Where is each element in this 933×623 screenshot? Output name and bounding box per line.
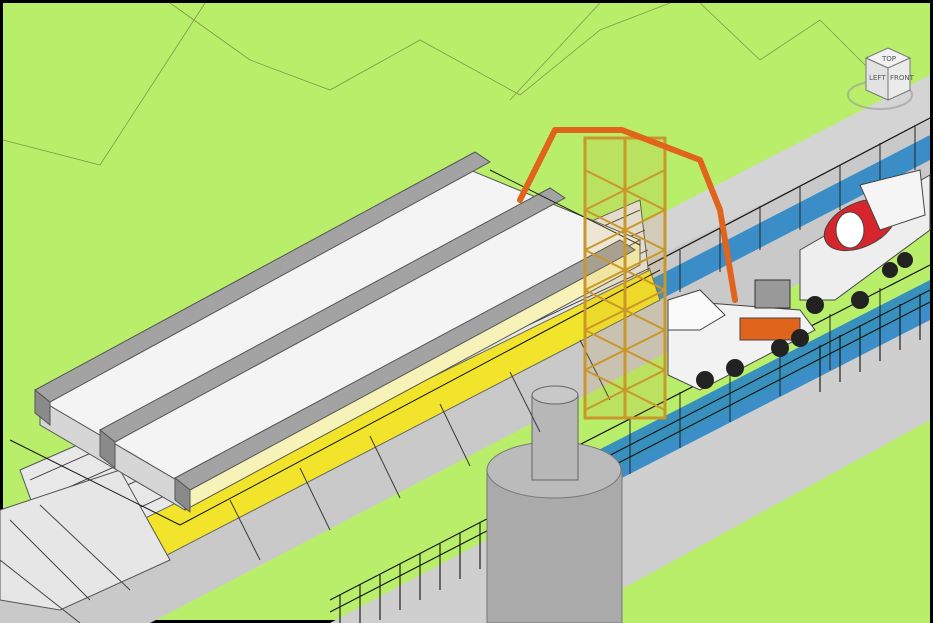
truss-tower	[583, 136, 667, 420]
viewcube-front-label[interactable]: FRONT	[890, 74, 915, 82]
viewcube-top-label[interactable]: TOP	[881, 55, 896, 63]
viewcube-left-label[interactable]: LEFT	[869, 74, 886, 82]
3d-model-viewport[interactable]: TOP LEFT FRONT	[0, 0, 933, 623]
